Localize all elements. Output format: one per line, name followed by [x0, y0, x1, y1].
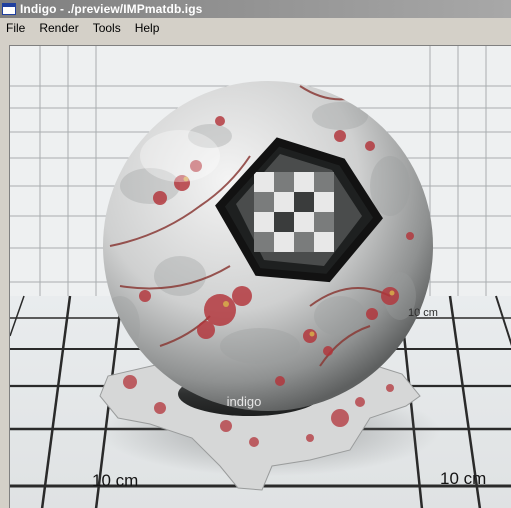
- render-viewport[interactable]: indigo 10 cm 10 cm 10 cm: [9, 45, 511, 508]
- menu-help[interactable]: Help: [128, 18, 167, 38]
- menu-render[interactable]: Render: [32, 18, 85, 38]
- dimension-label-back-right: 10 cm: [408, 307, 438, 319]
- window-title: Indigo - ./preview/IMPmatdb.igs: [20, 2, 203, 16]
- menu-file[interactable]: File: [0, 18, 32, 38]
- menu-tools[interactable]: Tools: [86, 18, 128, 38]
- dimension-label-front-right: 10 cm: [440, 469, 486, 488]
- checker-cutout: [254, 172, 334, 252]
- dimension-label-front-left: 10 cm: [92, 471, 138, 490]
- app-window-icon: [2, 3, 16, 15]
- pedestal-logo: indigo: [227, 394, 262, 409]
- title-bar[interactable]: Indigo - ./preview/IMPmatdb.igs: [0, 0, 511, 18]
- menu-bar: File Render Tools Help: [0, 18, 511, 38]
- render-image: indigo 10 cm 10 cm 10 cm: [10, 46, 511, 508]
